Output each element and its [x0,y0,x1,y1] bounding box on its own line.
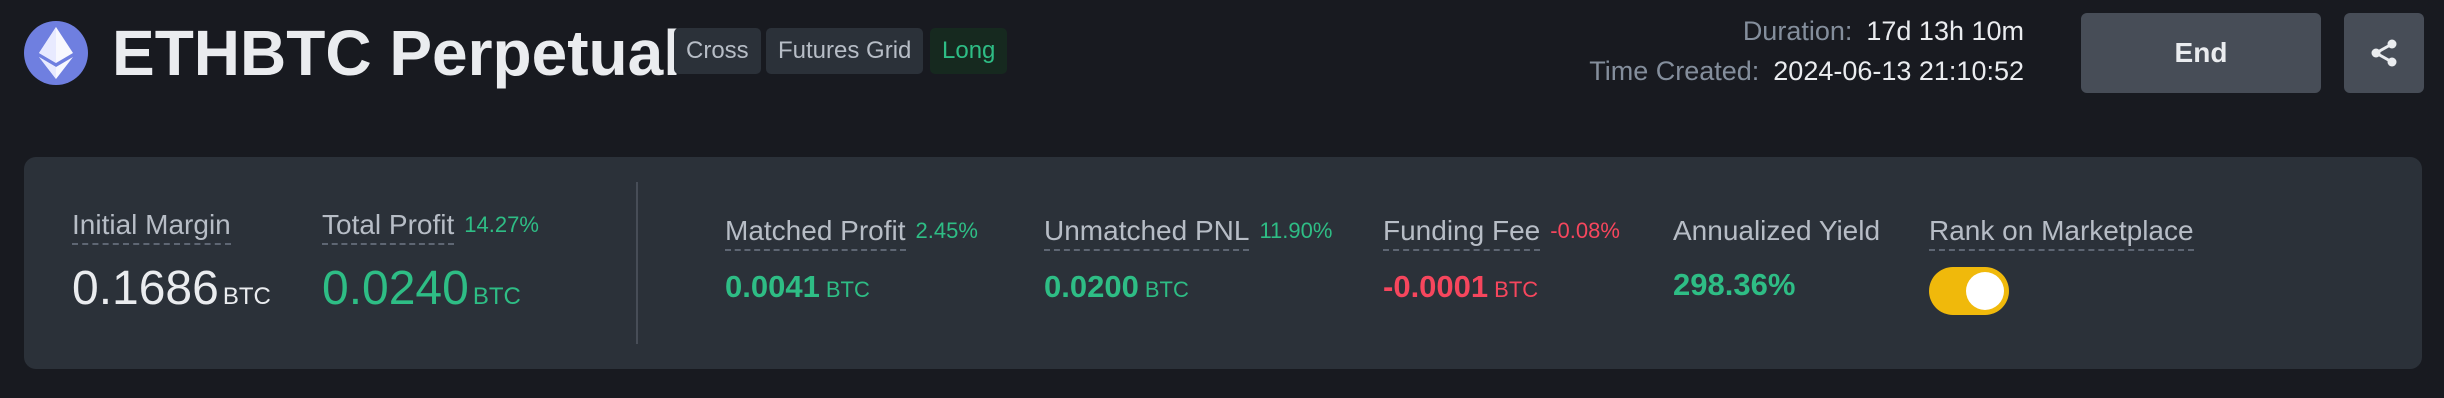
initial-margin-value: 0.1686 [72,262,219,315]
total-profit-unit: BTC [472,283,521,310]
end-button[interactable]: End [2081,13,2321,93]
share-icon [2371,39,2397,67]
stats-divider [636,182,638,344]
created-value: 2024-06-13 21:10:52 [1773,56,2024,86]
matched-profit-stat: Matched Profit 2.45% 0.0041 BTC [725,215,978,310]
margin-mode-tag: Cross [674,28,761,74]
duration-label: Duration: [1742,16,1853,46]
created-label: Time Created: [1589,56,1760,86]
total-profit-value-row: 0.0240 BTC [322,259,539,327]
stats-panel: Initial Margin 0.1686 BTC Total Profit 14.… [24,157,2422,369]
funding-fee-unit: BTC [1494,277,1539,302]
rank-on-marketplace-label[interactable]: Rank on Marketplace [1929,215,2194,251]
funding-fee-label[interactable]: Funding Fee [1383,215,1541,251]
funding-fee-value-row: -0.0001 BTC [1383,267,1620,310]
initial-margin-value-row: 0.1686 BTC [72,259,271,327]
strategy-type-tag: Futures Grid [766,28,924,74]
direction-tag: Long [930,28,1008,74]
initial-margin-label[interactable]: Initial Margin [72,209,231,245]
created-row: Time Created: 2024-06-13 21:10:52 [1589,56,2024,87]
unmatched-pnl-pct: 11.90% [1259,218,1333,243]
funding-fee-stat: Funding Fee -0.08% -0.0001 BTC [1383,215,1620,310]
unmatched-pnl-stat: Unmatched PNL 11.90% 0.0200 BTC [1044,215,1332,310]
matched-profit-pct: 2.45% [915,218,978,243]
duration-row: Duration: 17d 13h 10m [1743,16,2024,47]
matched-profit-value: 0.0041 [725,269,820,304]
funding-fee-value: -0.0001 [1383,269,1489,304]
rank-on-marketplace-toggle[interactable] [1929,267,2009,315]
initial-margin-unit: BTC [222,283,271,310]
annualized-yield-label: Annualized Yield [1673,215,1881,246]
total-profit-stat: Total Profit 14.27% 0.0240 BTC [322,209,539,327]
initial-margin-stat: Initial Margin 0.1686 BTC [72,209,271,327]
total-profit-pct: 14.27% [464,212,539,237]
total-profit-label[interactable]: Total Profit [322,209,455,245]
unmatched-pnl-value-row: 0.0200 BTC [1044,267,1332,310]
toggle-knob [1966,272,2004,310]
annualized-yield-value: 298.36% [1673,267,1796,302]
page-title: ETHBTC Perpetual [112,17,681,89]
rank-on-marketplace-stat: Rank on Marketplace [1929,215,2194,315]
matched-profit-unit: BTC [825,277,870,302]
share-button[interactable] [2344,13,2424,93]
funding-fee-pct: -0.08% [1550,218,1620,243]
annualized-yield-stat: Annualized Yield 298.36% [1673,215,1880,305]
unmatched-pnl-value: 0.0200 [1044,269,1139,304]
bot-header: ETHBTC Perpetual Cross Futures Grid Long… [0,0,2444,140]
unmatched-pnl-unit: BTC [1144,277,1189,302]
matched-profit-label[interactable]: Matched Profit [725,215,906,251]
ethereum-icon [24,21,88,85]
total-profit-value: 0.0240 [322,262,469,315]
duration-value: 17d 13h 10m [1866,16,2024,46]
matched-profit-value-row: 0.0041 BTC [725,267,978,310]
unmatched-pnl-label[interactable]: Unmatched PNL [1044,215,1250,251]
